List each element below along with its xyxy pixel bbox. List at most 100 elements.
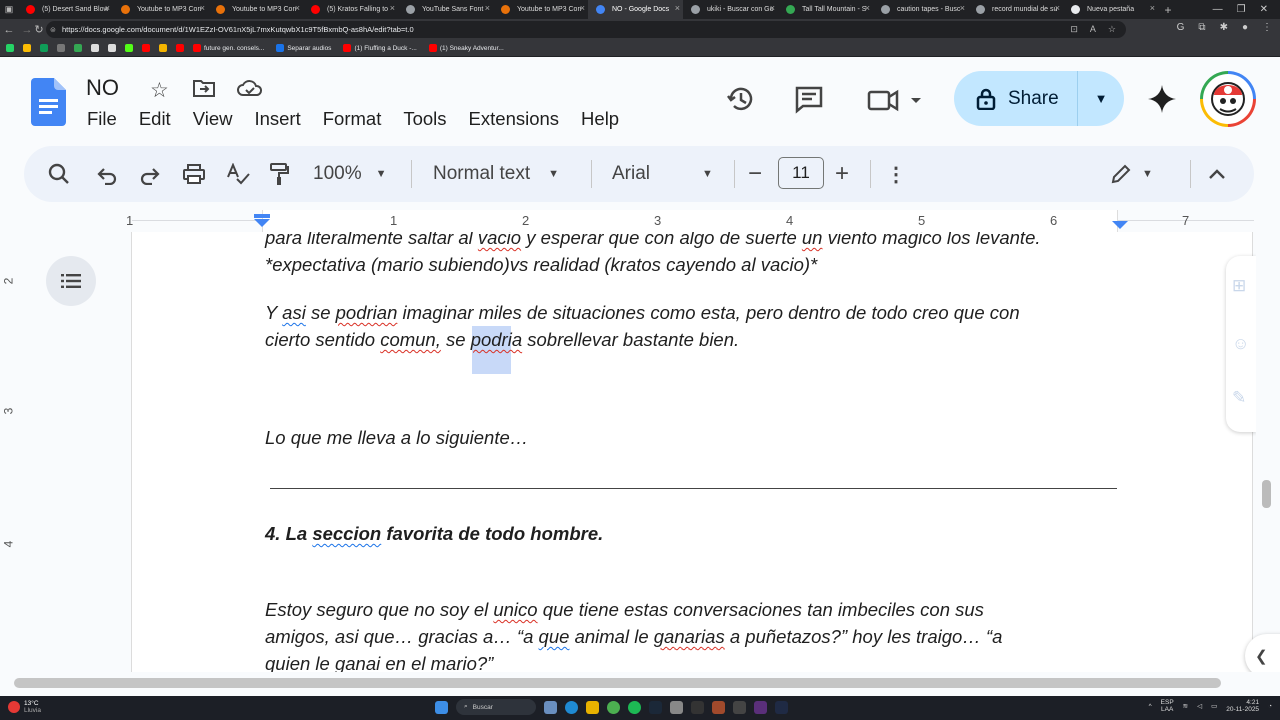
extensions-puzzle-icon[interactable]: ✱	[1220, 22, 1228, 33]
paragraph-line[interactable]: *expectativa (mario subiendo)vs realidad…	[265, 251, 817, 278]
site-info-icon[interactable]: ⊜	[50, 26, 56, 34]
paragraph-line[interactable]: quien le ganai en el mario?”	[265, 650, 493, 672]
tab-close-icon[interactable]: ×	[390, 3, 395, 13]
bookmark-item[interactable]: future gen. consels...	[193, 44, 264, 52]
vertical-scrollbar[interactable]	[1256, 210, 1280, 672]
suggest-edit-icon[interactable]: ✎	[1232, 388, 1252, 408]
tab-close-icon[interactable]: ×	[200, 3, 205, 13]
task-view-icon[interactable]	[544, 700, 557, 714]
extension-icon[interactable]: ⧉	[1198, 22, 1205, 33]
profile-icon[interactable]: ●	[1242, 22, 1248, 33]
tab-close-icon[interactable]: ×	[485, 3, 490, 13]
github-icon[interactable]	[91, 44, 99, 52]
browser-tab[interactable]: Youtube to MP3 Con ×	[493, 0, 588, 19]
tab-close-icon[interactable]: ×	[295, 3, 300, 13]
bookmark-icon[interactable]	[57, 44, 65, 52]
battery-icon[interactable]: ▭	[1211, 702, 1217, 710]
browser-tab[interactable]: YouTube Sans Font ×	[398, 0, 493, 19]
paragraph-line[interactable]: Y asi se podrian imaginar miles de situa…	[265, 299, 1020, 326]
youtube-icon[interactable]	[176, 44, 184, 52]
spotify-icon[interactable]	[628, 700, 641, 714]
tab-close-icon[interactable]: ×	[1150, 3, 1155, 13]
left-indent-marker-icon[interactable]	[253, 213, 271, 229]
paragraph-line[interactable]: para literalmente saltar al vacio y espe…	[265, 232, 1041, 251]
file-explorer-icon[interactable]	[586, 700, 599, 714]
menu-edit[interactable]: Edit	[128, 108, 182, 130]
paragraph-line[interactable]: Lo que me lleva a lo siguiente…	[265, 424, 528, 451]
misspelled-word[interactable]: ganarias	[654, 626, 725, 647]
gemini-icon[interactable]	[1146, 83, 1178, 115]
youtube-icon[interactable]	[142, 44, 150, 52]
misspelled-word[interactable]: asi	[282, 302, 306, 323]
document-title[interactable]: NO	[86, 75, 119, 101]
browser-tab[interactable]: Youtube to MP3 Con ×	[208, 0, 303, 19]
tab-close-icon[interactable]: ×	[770, 3, 775, 13]
start-windows-icon[interactable]	[435, 700, 448, 714]
redo-icon[interactable]	[139, 146, 161, 202]
tray-overflow-icon[interactable]: ^	[1149, 703, 1152, 710]
tab-close-icon[interactable]: ×	[105, 3, 110, 13]
right-indent-marker-icon[interactable]	[1111, 220, 1129, 230]
docs-logo-icon[interactable]	[31, 78, 66, 126]
menu-insert[interactable]: Insert	[243, 108, 311, 130]
volume-icon[interactable]: ◁	[1197, 702, 1202, 710]
section-heading[interactable]: 4. La seccion favorita de todo hombre.	[265, 520, 603, 547]
app-icon[interactable]	[754, 700, 767, 714]
new-tab-button[interactable]: +	[1158, 3, 1178, 17]
notification-icon[interactable]: ◔	[1268, 703, 1272, 710]
chrome-icon[interactable]	[607, 700, 620, 714]
app-icon[interactable]	[775, 700, 788, 714]
menu-help[interactable]: Help	[570, 108, 630, 130]
bookmark-icon[interactable]	[108, 44, 116, 52]
browser-tab[interactable]: NO - Google Docs ×	[588, 0, 683, 19]
increase-font-size-icon[interactable]: +	[835, 146, 849, 202]
undo-icon[interactable]	[96, 146, 118, 202]
open-in-app-icon[interactable]: ⊡	[1070, 24, 1078, 35]
edge-icon[interactable]	[565, 700, 578, 714]
tab-close-icon[interactable]: ×	[675, 3, 680, 13]
menu-format[interactable]: Format	[312, 108, 393, 130]
font-select[interactable]: Arial ▼	[612, 146, 713, 202]
star-icon[interactable]: ☆	[150, 78, 169, 103]
spellcheck-icon[interactable]	[226, 146, 250, 202]
menu-view[interactable]: View	[182, 108, 244, 130]
font-size-input[interactable]: 11	[778, 157, 824, 189]
tab-close-icon[interactable]: ×	[960, 3, 965, 13]
url-input[interactable]: ⊜ https://docs.google.com/document/d/1W1…	[46, 21, 1126, 38]
paragraph-line[interactable]: Estoy seguro que no soy el unico que tie…	[265, 596, 984, 623]
back-icon[interactable]: ←	[0, 24, 18, 36]
browser-tab[interactable]: caution tapes - Busc ×	[873, 0, 968, 19]
misspelled-word[interactable]: unico	[493, 599, 537, 620]
vertical-ruler[interactable]: 2 3 4	[0, 232, 22, 672]
menu-file[interactable]: File	[76, 108, 128, 130]
close-window-icon[interactable]: ✕	[1260, 4, 1268, 15]
wifi-icon[interactable]: ≋	[1183, 702, 1188, 710]
star-bookmark-icon[interactable]	[23, 44, 31, 52]
weather-widget[interactable]: 13°C Lluvia	[8, 700, 41, 714]
style-select[interactable]: Normal text ▼	[433, 146, 559, 202]
misspelled-word[interactable]: podrian	[336, 302, 398, 323]
language-indicator[interactable]: ESP LAA	[1161, 699, 1174, 713]
tab-close-icon[interactable]: ×	[1055, 3, 1060, 13]
app-icon[interactable]	[691, 700, 704, 714]
add-comment-icon[interactable]: ⊞	[1232, 276, 1252, 296]
browser-tab[interactable]: Nueva pestaña ×	[1063, 0, 1158, 19]
zoom-select[interactable]: 100% ▼	[313, 146, 387, 202]
translate-icon[interactable]: A	[1090, 24, 1096, 35]
misspelled-word[interactable]: que	[539, 626, 570, 647]
scrollbar-thumb[interactable]	[1262, 480, 1271, 508]
paragraph-line[interactable]: cierto sentido comun, se podria sobrelle…	[265, 326, 739, 353]
clock[interactable]: 4:21 20-11-2025	[1226, 699, 1259, 713]
sheets-bookmark-icon[interactable]	[40, 44, 48, 52]
browser-menu-icon[interactable]: ⋮	[1262, 22, 1272, 33]
browser-tab[interactable]: (5) Kratos Falling to ×	[303, 0, 398, 19]
horizontal-ruler[interactable]: 1 1 2 3 4 5 6 7	[0, 210, 1256, 232]
misspelled-word[interactable]: vacio	[478, 232, 521, 248]
misspelled-word[interactable]: un	[802, 232, 823, 248]
editing-mode-select[interactable]: ▼	[1110, 146, 1153, 202]
decrease-font-size-icon[interactable]: −	[748, 146, 762, 202]
document-outline-button[interactable]	[46, 256, 96, 306]
google-lens-icon[interactable]: G	[1177, 22, 1185, 33]
bookmark-item[interactable]: Separar audios	[276, 44, 331, 52]
app-icon[interactable]	[712, 700, 725, 714]
